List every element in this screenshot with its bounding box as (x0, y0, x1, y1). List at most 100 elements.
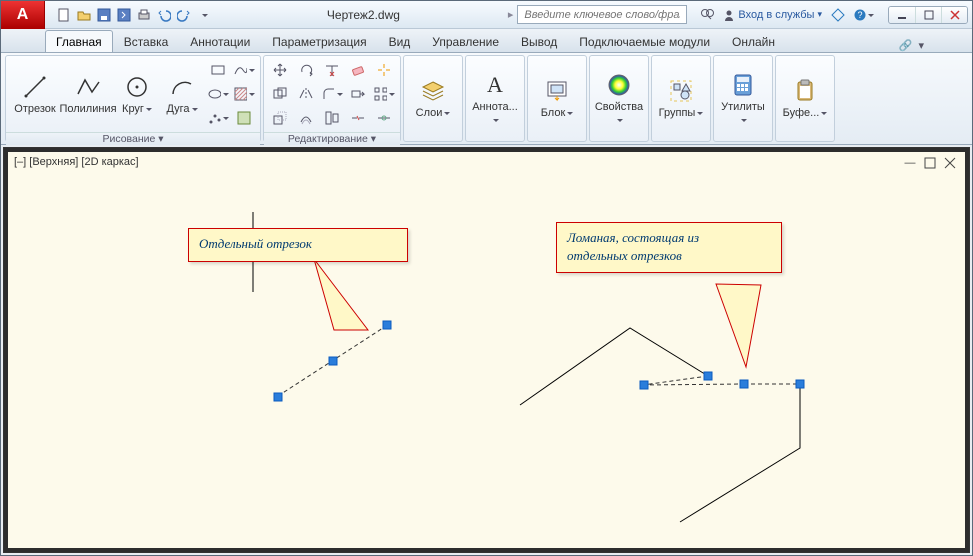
maximize-button[interactable] (915, 7, 941, 23)
spline-icon[interactable] (232, 59, 256, 81)
panel-draw: Отрезок Полилиния Круг Дуга (5, 55, 261, 142)
panel-utilities: Утилиты (713, 55, 773, 142)
layers-icon (419, 77, 447, 105)
app-menu-button[interactable]: A (1, 1, 45, 29)
line-button[interactable]: Отрезок (10, 61, 60, 127)
hatch-icon[interactable] (232, 83, 256, 105)
mirror-icon[interactable] (294, 83, 318, 105)
clipboard-button[interactable]: Буфе... (780, 66, 830, 132)
array-icon[interactable] (372, 83, 396, 105)
drawing-canvas[interactable]: [–] [Верхняя] [2D каркас] — (8, 152, 965, 548)
search-expand-icon[interactable]: ▸ (508, 8, 514, 21)
qat-save-icon[interactable] (95, 6, 113, 24)
close-button[interactable] (941, 7, 967, 23)
qat-new-icon[interactable] (55, 6, 73, 24)
groups-button[interactable]: Группы (656, 66, 706, 132)
annotation-label: Аннота... (472, 101, 518, 125)
tab-extra-icon[interactable]: 🔗 (899, 39, 913, 52)
utilities-button[interactable]: Утилиты (718, 66, 768, 132)
panel-annotation: A Аннота... (465, 55, 525, 142)
grip[interactable] (796, 380, 805, 389)
layers-button[interactable]: Слои (408, 66, 458, 132)
svg-text:?: ? (857, 10, 862, 20)
panel-clipboard: Буфе... (775, 55, 835, 142)
circle-button[interactable]: Круг (116, 61, 158, 127)
signin-label: Вход в службы (738, 9, 814, 21)
tab-insert[interactable]: Вставка (113, 30, 180, 52)
tab-online[interactable]: Онлайн (721, 30, 786, 52)
utilities-icon (729, 71, 757, 99)
ellipse-icon[interactable] (206, 83, 230, 105)
grip[interactable] (329, 357, 338, 366)
fillet-icon[interactable] (320, 83, 344, 105)
search-box[interactable] (517, 5, 687, 24)
ribbon-tabs: Главная Вставка Аннотации Параметризация… (1, 29, 972, 53)
stretch-icon[interactable] (346, 83, 370, 105)
qat-customize-icon[interactable] (195, 6, 213, 24)
infocenter-search-icon[interactable] (697, 5, 717, 25)
clipboard-label: Буфе... (783, 107, 828, 119)
qat-undo-icon[interactable] (155, 6, 173, 24)
draw-small-grid (206, 59, 256, 129)
qat-open-icon[interactable] (75, 6, 93, 24)
tab-plugins[interactable]: Подключаемые модули (568, 30, 721, 52)
properties-label: Свойства (595, 101, 643, 125)
signin-link[interactable]: Вход в службы ▾ (723, 9, 822, 21)
erase-icon[interactable] (346, 59, 370, 81)
qat-print-icon[interactable] (135, 6, 153, 24)
search-input[interactable] (522, 8, 682, 22)
app-logo: A (17, 6, 29, 24)
arc-button[interactable]: Дуга (161, 61, 203, 127)
explode-icon[interactable] (372, 59, 396, 81)
panel-modify: Редактирование ▾ (263, 55, 401, 142)
trim-icon[interactable] (320, 59, 344, 81)
document-title: Чертеж2.dwg (223, 8, 504, 22)
grip[interactable] (383, 321, 392, 330)
scale-icon[interactable] (268, 107, 292, 129)
align-icon[interactable] (320, 107, 344, 129)
block-icon (543, 77, 571, 105)
point-icon[interactable] (206, 107, 230, 129)
qat-redo-icon[interactable] (175, 6, 193, 24)
tab-output[interactable]: Вывод (510, 30, 568, 52)
polyline-label: Полилиния (59, 103, 116, 115)
region-icon[interactable] (232, 107, 256, 129)
titlebar: A Чертеж2.dwg ▸ Вход в службы ▾ ? (1, 1, 972, 29)
panel-draw-title[interactable]: Рисование ▾ (6, 132, 260, 145)
offset-icon[interactable] (294, 107, 318, 129)
polyline-button[interactable]: Полилиния (63, 61, 113, 127)
copy-icon[interactable] (268, 83, 292, 105)
block-button[interactable]: Блок (532, 66, 582, 132)
line-icon (21, 73, 49, 101)
tab-parametric[interactable]: Параметризация (261, 30, 377, 52)
minimize-button[interactable] (889, 7, 915, 23)
clipboard-icon (791, 77, 819, 105)
grip[interactable] (740, 380, 749, 389)
tab-annotations[interactable]: Аннотации (179, 30, 261, 52)
help-icon[interactable]: ? (854, 5, 874, 25)
groups-label: Группы (659, 107, 704, 119)
tab-minimize-icon[interactable]: ▾ (918, 39, 924, 52)
polyline-icon (74, 73, 102, 101)
drawing-area-frame: [–] [Верхняя] [2D каркас] — (3, 147, 970, 553)
rectangle-icon[interactable] (206, 59, 230, 81)
panel-modify-title[interactable]: Редактирование ▾ (264, 132, 400, 145)
grip[interactable] (640, 381, 649, 390)
rotate-icon[interactable] (294, 59, 318, 81)
qat-saveas-icon[interactable] (115, 6, 133, 24)
tab-manage[interactable]: Управление (421, 30, 510, 52)
exchange-icon[interactable] (828, 5, 848, 25)
app-window: A Чертеж2.dwg ▸ Вход в службы ▾ ? (0, 0, 973, 556)
tab-view[interactable]: Вид (378, 30, 422, 52)
grip[interactable] (274, 393, 283, 402)
quick-access-toolbar (49, 6, 219, 24)
circle-label: Круг (122, 103, 152, 115)
grip[interactable] (704, 372, 713, 381)
break-icon[interactable] (346, 107, 370, 129)
arc-label: Дуга (166, 103, 197, 115)
tab-home[interactable]: Главная (45, 30, 113, 52)
move-icon[interactable] (268, 59, 292, 81)
properties-button[interactable]: Свойства (594, 66, 644, 132)
join-icon[interactable] (372, 107, 396, 129)
annotation-button[interactable]: A Аннота... (470, 66, 520, 132)
